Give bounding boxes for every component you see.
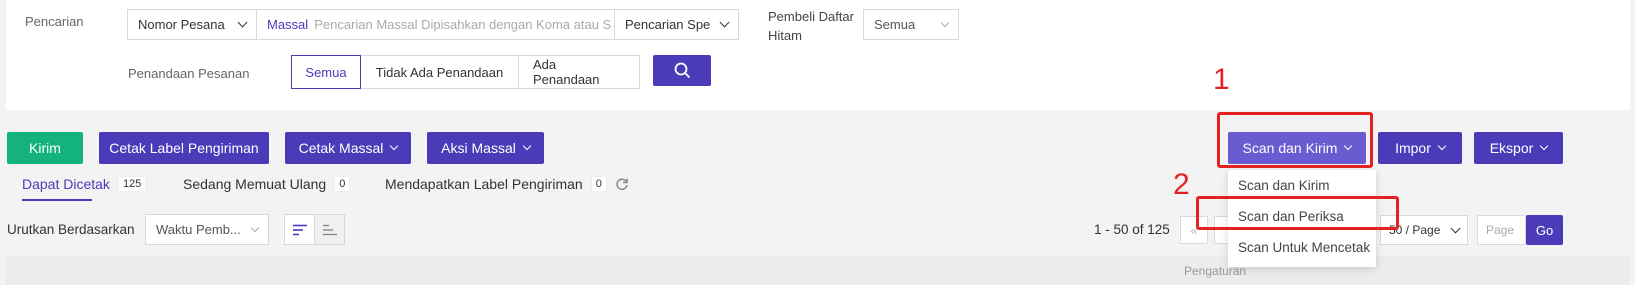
chevron-down-icon	[250, 223, 260, 232]
marking-option-marked[interactable]: Ada Penandaan	[518, 55, 640, 89]
export-button[interactable]: Ekspor	[1474, 132, 1563, 164]
tab-count: 0	[334, 176, 351, 192]
print-shipping-label-button[interactable]: Cetak Label Pengiriman	[99, 132, 269, 164]
sort-asc-icon	[322, 224, 337, 235]
blacklist-label: Pembeli Daftar Hitam	[768, 9, 854, 43]
blacklist-select[interactable]: Semua	[863, 9, 959, 40]
marking-option-none[interactable]: Tidak Ada Penandaan	[360, 55, 519, 89]
import-button[interactable]: Impor	[1378, 132, 1462, 164]
chevron-down-icon	[390, 141, 399, 151]
massal-label: Massal	[267, 17, 309, 32]
search-icon	[674, 62, 690, 79]
bulk-print-button[interactable]: Cetak Massal	[285, 132, 411, 164]
refresh-icon[interactable]	[615, 177, 629, 191]
sort-ascending-button[interactable]	[314, 214, 345, 245]
go-button[interactable]: Go	[1526, 215, 1563, 245]
sort-desc-icon	[292, 224, 307, 235]
tab-count: 0	[590, 176, 607, 192]
page-input[interactable]: Page	[1477, 215, 1526, 245]
massal-placeholder: Pencarian Massal Dipisahkan dengan Koma …	[314, 17, 612, 32]
chevron-down-icon	[1540, 141, 1549, 151]
tab-count: 125	[117, 176, 147, 192]
table-header	[6, 256, 1630, 285]
marking-label: Penandaan Pesanan	[128, 66, 250, 81]
chevron-down-icon	[522, 141, 532, 151]
pagination-range: 1 - 50 of 125	[1094, 222, 1170, 237]
sort-descending-button[interactable]	[284, 214, 315, 245]
active-tab-underline	[22, 199, 92, 201]
chevron-down-icon	[1437, 141, 1447, 151]
tab-reloading[interactable]: Sedang Memuat Ulang 0	[183, 176, 351, 192]
tab-getting-label[interactable]: Mendapatkan Label Pengiriman 0	[385, 176, 629, 192]
chevron-down-icon	[237, 17, 248, 28]
tab-printable[interactable]: Dapat Dicetak 125	[22, 176, 147, 192]
order-field-select[interactable]: Nomor Pesana	[127, 9, 257, 40]
chevron-down-icon	[1450, 223, 1461, 233]
sort-label: Urutkan Berdasarkan	[7, 222, 135, 237]
annotation-box-1	[1217, 112, 1373, 168]
marking-segmented-control: Semua Tidak Ada Penandaan Ada Penandaan	[291, 55, 640, 89]
marking-option-all[interactable]: Semua	[291, 55, 361, 89]
menu-item-scan-print[interactable]: Scan Untuk Mencetak	[1228, 232, 1376, 263]
special-search-select[interactable]: Pencarian Spe	[614, 9, 739, 40]
search-button[interactable]	[653, 55, 711, 86]
bulk-action-button[interactable]: Aksi Massal	[427, 132, 544, 164]
search-label: Pencarian	[25, 14, 84, 29]
massal-search-input[interactable]: Massal Pencarian Massal Dipisahkan denga…	[256, 9, 615, 40]
kirim-button[interactable]: Kirim	[7, 132, 83, 164]
chevron-down-icon	[719, 17, 730, 28]
annotation-number-1: 1	[1213, 63, 1230, 96]
chevron-down-icon	[940, 18, 950, 27]
sort-select[interactable]: Waktu Pemb...	[145, 214, 269, 245]
annotation-box-2	[1196, 196, 1399, 230]
annotation-number-2: 2	[1173, 168, 1190, 201]
